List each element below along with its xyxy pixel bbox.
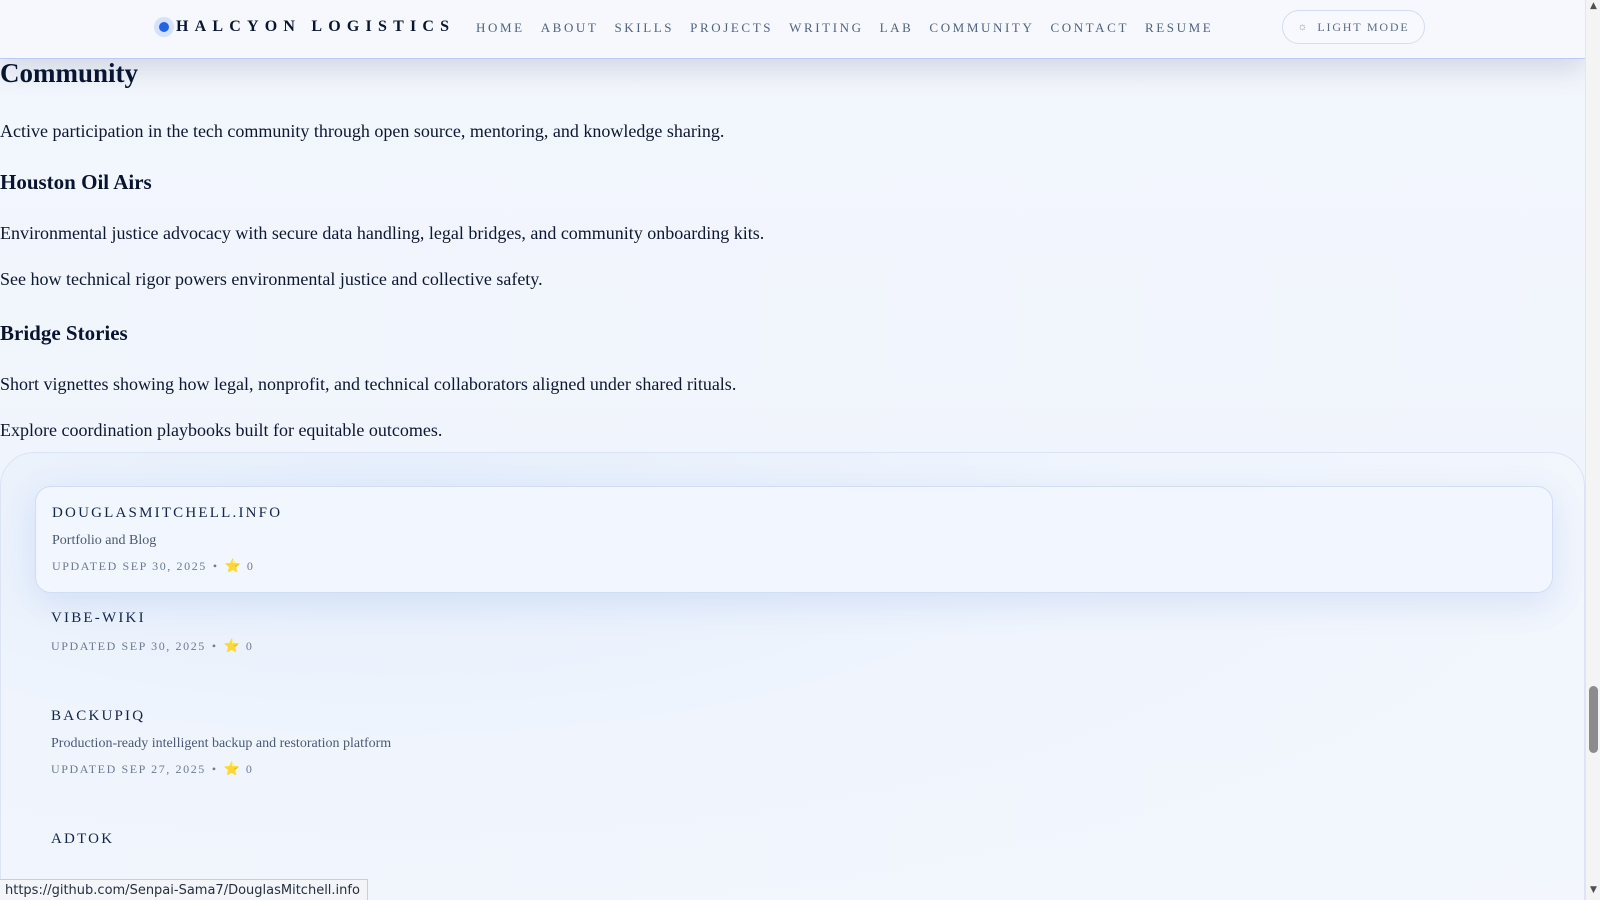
repo-updated: UPDATED SEP 30, 2025 xyxy=(51,638,206,653)
site-header: HALCYON LOGISTICS HOME ABOUT SKILLS PROJ… xyxy=(0,0,1585,59)
section-heading-bridge-stories: Bridge Stories xyxy=(0,321,128,345)
brand-dot-icon xyxy=(154,17,174,37)
repo-updated: UPDATED SEP 27, 2025 xyxy=(51,761,206,776)
repo-updated: UPDATED SEP 30, 2025 xyxy=(52,558,207,573)
brand-logo[interactable]: HALCYON LOGISTICS xyxy=(154,16,455,38)
nav-writing[interactable]: WRITING xyxy=(789,20,864,36)
repo-meta: UPDATED SEP 30, 2025 • ⭐ 0 xyxy=(52,558,255,574)
nav-projects[interactable]: PROJECTS xyxy=(690,20,773,36)
main-nav: HOME ABOUT SKILLS PROJECTS WRITING LAB C… xyxy=(476,20,1229,36)
scroll-up-arrow-icon[interactable]: ▲ xyxy=(1589,2,1598,11)
nav-about[interactable]: ABOUT xyxy=(541,20,599,36)
repo-name[interactable]: DOUGLASMITCHELL.INFO xyxy=(52,505,282,522)
repo-card-douglasmitchell-info[interactable]: DOUGLASMITCHELL.INFO Portfolio and Blog … xyxy=(35,486,1553,593)
brand-name[interactable]: HALCYON LOGISTICS xyxy=(176,18,455,36)
page-viewport: Community Active participation in the te… xyxy=(0,0,1585,900)
star-icon: ⭐ xyxy=(223,638,240,653)
nav-lab[interactable]: LAB xyxy=(880,20,914,36)
repo-stars: 0 xyxy=(245,638,254,653)
nav-home[interactable]: HOME xyxy=(476,20,525,36)
meta-separator: • xyxy=(212,558,219,573)
sun-icon: ☼ xyxy=(1297,21,1310,33)
nav-resume[interactable]: RESUME xyxy=(1145,20,1213,36)
section-heading-houston-oil-airs: Houston Oil Airs xyxy=(0,170,152,194)
link-preview-status: https://github.com/Senpai-Sama7/DouglasM… xyxy=(0,879,368,900)
page-title: Community xyxy=(0,58,139,88)
meta-separator: • xyxy=(211,638,218,653)
repo-name[interactable]: VIBE-WIKI xyxy=(51,610,146,627)
nav-contact[interactable]: CONTACT xyxy=(1050,20,1129,36)
bridge-stories-description: Short vignettes showing how legal, nonpr… xyxy=(0,374,737,394)
houston-oil-airs-description: Environmental justice advocacy with secu… xyxy=(0,223,765,243)
repo-card-backupiq[interactable]: BACKUPIQ Production-ready intelligent ba… xyxy=(35,708,1553,803)
repo-meta: UPDATED SEP 27, 2025 • ⭐ 0 xyxy=(51,761,254,777)
bridge-stories-cta: Explore coordination playbooks built for… xyxy=(0,420,443,440)
repo-stars: 0 xyxy=(246,558,255,573)
repo-stars: 0 xyxy=(245,761,254,776)
repo-name[interactable]: ADTOK xyxy=(51,831,114,848)
nav-skills[interactable]: SKILLS xyxy=(614,20,674,36)
star-icon: ⭐ xyxy=(223,761,240,776)
scrollbar-thumb[interactable] xyxy=(1589,686,1598,753)
meta-separator: • xyxy=(211,761,218,776)
repo-description: Portfolio and Blog xyxy=(52,533,157,548)
repo-description: Production-ready intelligent backup and … xyxy=(51,736,392,751)
repo-meta: UPDATED SEP 30, 2025 • ⭐ 0 xyxy=(51,638,254,654)
star-icon: ⭐ xyxy=(224,558,241,573)
nav-community[interactable]: COMMUNITY xyxy=(929,20,1034,36)
theme-toggle-button[interactable]: ☼ LIGHT MODE xyxy=(1282,10,1425,44)
repo-card-adtok[interactable]: ADTOK xyxy=(35,831,1553,871)
repo-list-panel: DOUGLASMITCHELL.INFO Portfolio and Blog … xyxy=(0,452,1585,900)
houston-oil-airs-cta: See how technical rigor powers environme… xyxy=(0,269,543,289)
community-intro: Active participation in the tech communi… xyxy=(0,121,725,141)
vertical-scrollbar[interactable]: ▲ ▼ xyxy=(1585,0,1600,900)
theme-toggle-label: LIGHT MODE xyxy=(1317,19,1410,34)
scroll-down-arrow-icon[interactable]: ▼ xyxy=(1589,886,1598,895)
repo-name[interactable]: BACKUPIQ xyxy=(51,708,145,725)
repo-card-vibe-wiki[interactable]: VIBE-WIKI UPDATED SEP 30, 2025 • ⭐ 0 xyxy=(35,610,1553,690)
